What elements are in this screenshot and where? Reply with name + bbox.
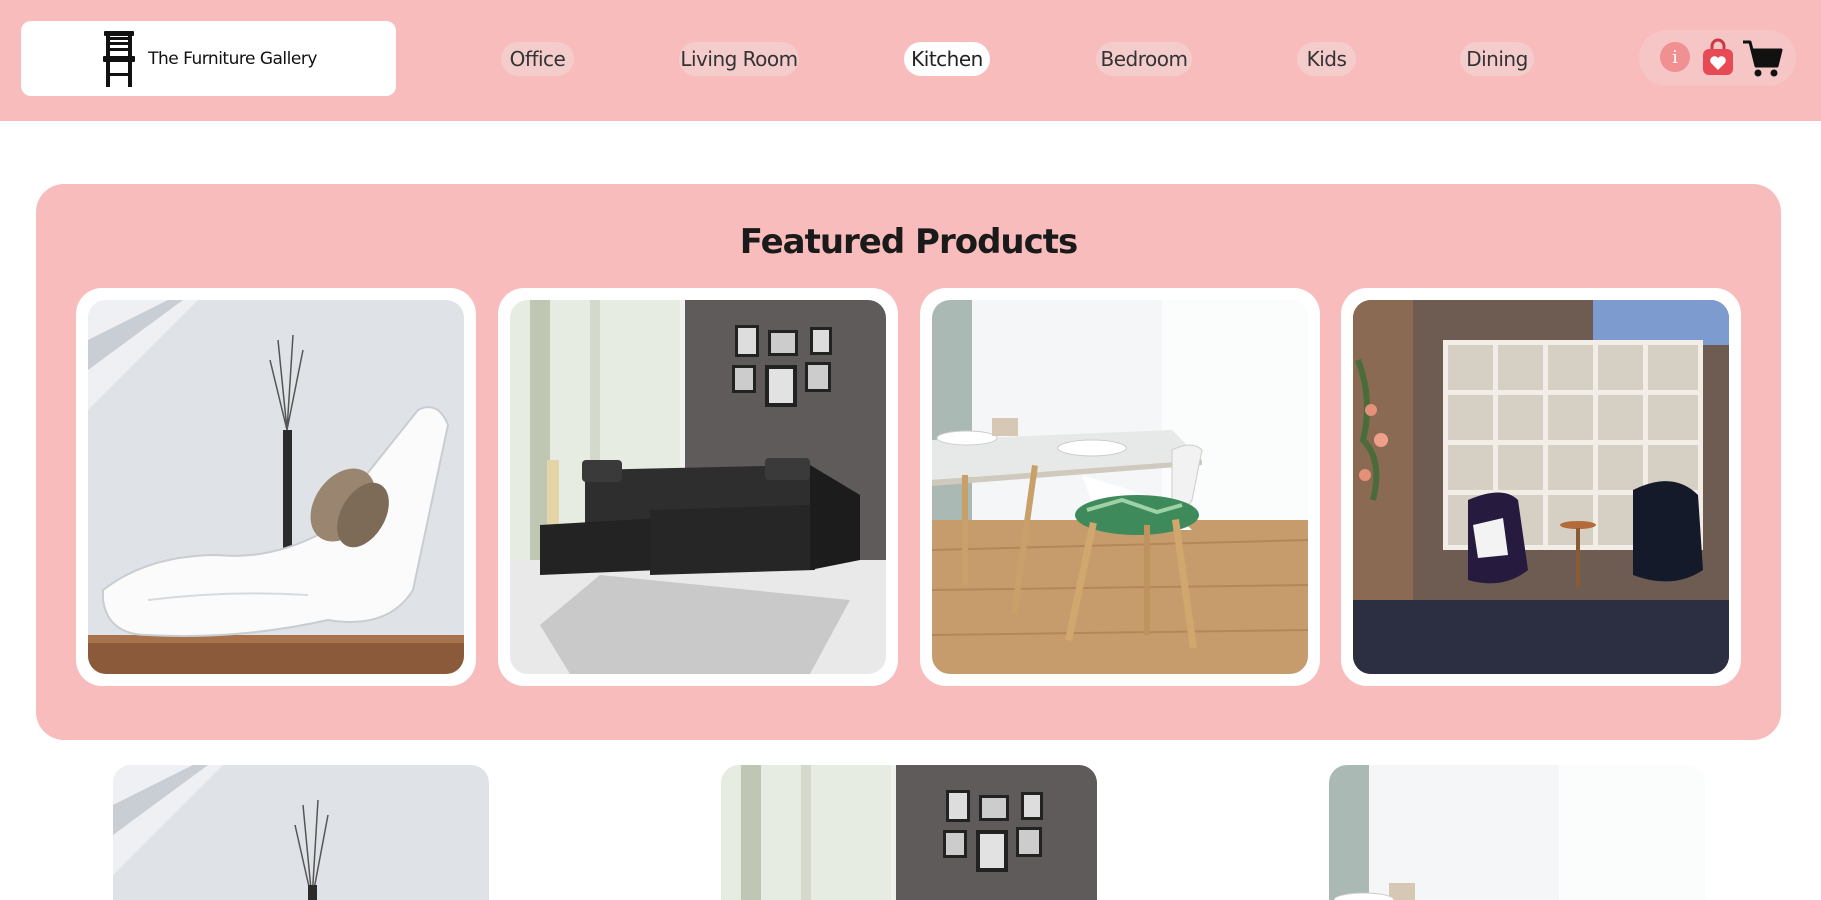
nav-bedroom[interactable]: Bedroom — [1096, 42, 1192, 76]
chair-icon — [103, 30, 136, 87]
header-actions: i — [1639, 30, 1796, 86]
white-chaise-lounge-photo — [113, 765, 489, 900]
black-sectional-sofa-photo — [721, 765, 1097, 900]
brand-name: The Furniture Gallery — [148, 48, 317, 69]
dining-table-chairs-photo — [932, 300, 1308, 674]
product-card[interactable] — [920, 288, 1320, 686]
shelving-armchairs-photo — [1353, 300, 1729, 674]
nav-office[interactable]: Office — [501, 42, 574, 76]
featured-title: Featured Products — [739, 222, 1079, 262]
shopping-bag-heart-icon[interactable] — [1701, 37, 1735, 77]
nav-dining[interactable]: Dining — [1460, 42, 1534, 76]
white-chaise-lounge-photo — [88, 300, 464, 674]
black-sectional-sofa-photo — [510, 300, 886, 674]
info-icon[interactable]: i — [1660, 42, 1690, 72]
brand-logo[interactable]: The Furniture Gallery — [21, 21, 396, 96]
gallery-image[interactable] — [1329, 765, 1705, 900]
cart-icon[interactable] — [1741, 38, 1783, 78]
nav-kids[interactable]: Kids — [1297, 42, 1356, 76]
product-card[interactable] — [1341, 288, 1741, 686]
gallery-image[interactable] — [721, 765, 1097, 900]
product-card[interactable] — [76, 288, 476, 686]
nav-living-room[interactable]: Living Room — [679, 42, 799, 76]
dining-table-chairs-photo — [1329, 765, 1705, 900]
site-header: The Furniture Gallery Office Living Room… — [0, 0, 1821, 121]
nav-kitchen[interactable]: Kitchen — [904, 42, 990, 76]
gallery-image[interactable] — [113, 765, 489, 900]
featured-products-section: Featured Products — [36, 184, 1781, 740]
product-card[interactable] — [498, 288, 898, 686]
